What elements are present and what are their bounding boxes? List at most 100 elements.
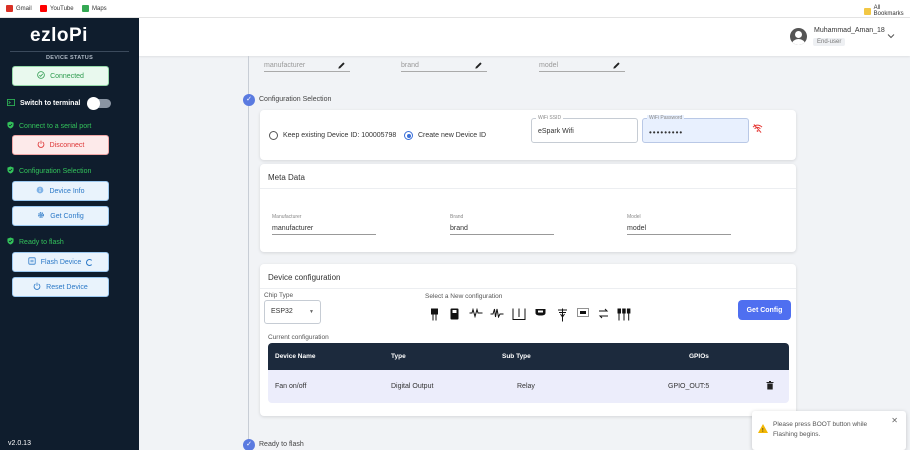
config-step-label: Configuration Selection (7, 166, 91, 176)
sidebar: ezloPi DEVICE STATUS Connected Switch to… (0, 18, 139, 450)
bookmarks-bar: Gmail YouTube Maps All Bookmarks (0, 0, 910, 18)
connected-button[interactable]: Connected (12, 66, 109, 86)
cell-sub-type: Relay (517, 383, 535, 390)
i2c-icon[interactable] (557, 308, 568, 325)
swap-icon[interactable] (598, 308, 609, 322)
folder-icon (864, 7, 871, 15)
gmail-icon (6, 5, 13, 12)
create-new-radio[interactable] (404, 131, 413, 140)
model-input[interactable]: model (627, 225, 731, 235)
power-icon (37, 140, 45, 150)
table-row[interactable]: Fan on/off Digital Output Relay GPIO_OUT… (268, 370, 789, 403)
warning-icon-mark: ! (762, 428, 764, 434)
app-version: v2.0.13 (8, 440, 31, 447)
col-sub-type: Sub Type (502, 353, 531, 360)
step-timeline (248, 56, 249, 450)
chip-type-select[interactable]: ESP32 ▼ (264, 300, 321, 324)
brand-label: Brand (450, 214, 464, 220)
ready-step-label: Ready to flash (7, 237, 64, 247)
user-name: Muhammad_Aman_18 (814, 27, 885, 34)
step-check-icon: ✓ (243, 439, 255, 450)
device-status-heading: DEVICE STATUS (45, 55, 94, 61)
pencil-icon[interactable] (474, 61, 483, 72)
toast-message: Please press BOOT button while Flashing … (773, 421, 868, 438)
step-check-icon: ✓ (243, 94, 255, 106)
uart-icon[interactable] (512, 308, 526, 323)
get-config-button[interactable]: Get Config (738, 300, 791, 320)
get-config-sidebar-button[interactable]: Get Config (12, 206, 109, 226)
chip-type-label: Chip Type (264, 292, 294, 299)
cell-device-name: Fan on/off (275, 383, 307, 390)
chevron-down-icon[interactable] (887, 32, 895, 41)
bookmark-maps[interactable]: Maps (82, 5, 107, 12)
cell-type: Digital Output (391, 383, 434, 390)
cell-gpios: GPIO_OUT:5 (668, 383, 710, 390)
config-selection-step-label: Configuration Selection (259, 96, 332, 103)
reset-device-button[interactable]: Reset Device (12, 277, 109, 297)
col-gpios: GPIOs (689, 353, 709, 360)
other-device-icon[interactable] (617, 308, 631, 324)
ready-to-flash-step-label: Ready to flash (259, 441, 304, 448)
youtube-icon (40, 5, 47, 12)
bookmark-youtube[interactable]: YouTube (40, 5, 74, 12)
device-id-panel: Keep existing Device ID: 100005798 Creat… (260, 110, 796, 160)
check-circle-icon (37, 71, 45, 81)
close-icon[interactable]: ✕ (891, 416, 898, 425)
disconnect-button[interactable]: Disconnect (12, 135, 109, 155)
boot-warning-toast: ! Please press BOOT button while Flashin… (752, 411, 906, 450)
flash-device-button[interactable]: Flash Device (12, 252, 109, 272)
wifi-ssid-input[interactable]: eSpark Wifi (531, 118, 638, 143)
loading-spinner-icon (86, 258, 94, 266)
panel-divider (260, 188, 796, 189)
terminal-icon (7, 99, 15, 108)
model-label: Model (627, 214, 641, 220)
power-icon (33, 282, 41, 292)
analog-input-icon[interactable] (469, 307, 483, 321)
brand-input[interactable]: brand (450, 225, 554, 235)
bookmark-gmail[interactable]: Gmail (6, 5, 32, 12)
wifi-ssid-label: WiFi SSID (536, 115, 564, 121)
digital-input-icon[interactable] (450, 308, 460, 323)
pwm-icon[interactable] (490, 308, 504, 321)
wifi-password-label: WiFi Password (647, 115, 685, 121)
keep-existing-option[interactable]: Keep existing Device ID: 100005798 (269, 131, 396, 140)
avatar[interactable] (790, 28, 807, 45)
wifi-off-icon[interactable] (752, 120, 763, 138)
select-new-config-label: Select a New configuration (425, 293, 503, 300)
all-bookmarks[interactable]: All Bookmarks (864, 5, 910, 17)
flash-icon (28, 257, 36, 267)
meta-data-panel: Meta Data Manufacturer manufacturer Bran… (260, 164, 796, 252)
pencil-icon[interactable] (612, 61, 621, 72)
keep-existing-radio[interactable] (269, 131, 278, 140)
user-role-badge: End-user (813, 38, 846, 46)
pencil-icon[interactable] (337, 61, 346, 72)
terminal-toggle[interactable] (87, 97, 112, 110)
shield-check-icon (7, 121, 14, 131)
shield-check-icon (7, 237, 14, 247)
device-config-title: Device configuration (268, 273, 341, 282)
manufacturer-label: Manufacturer (272, 214, 302, 220)
switch-to-terminal-row: Switch to terminal (7, 97, 112, 110)
main-content: manufacturer brand model ✓ Configuration… (139, 56, 910, 450)
app-logo: ezloPi (30, 25, 88, 46)
info-icon (36, 186, 44, 196)
create-new-option[interactable]: Create new Device ID (404, 131, 486, 140)
panel-divider (260, 288, 796, 289)
shield-check-icon (7, 166, 14, 176)
gear-icon (37, 211, 45, 221)
manufacturer-input[interactable]: manufacturer (272, 225, 376, 235)
top-header: Muhammad_Aman_18 End-user (139, 18, 910, 56)
logo-divider (10, 51, 129, 52)
device-info-button[interactable]: Device Info (12, 181, 109, 201)
current-config-label: Current configuration (268, 334, 329, 341)
onewire-icon[interactable] (535, 308, 546, 319)
spi-icon[interactable] (577, 308, 589, 320)
digital-output-icon[interactable] (430, 308, 439, 324)
col-device-name: Device Name (275, 353, 316, 360)
maps-icon (82, 5, 89, 12)
col-type: Type (391, 353, 406, 360)
config-table-header: Device Name Type Sub Type GPIOs (268, 343, 789, 370)
trash-icon[interactable] (766, 381, 774, 392)
meta-data-title: Meta Data (268, 173, 305, 182)
wifi-password-input[interactable]: ••••••••• (642, 118, 749, 143)
